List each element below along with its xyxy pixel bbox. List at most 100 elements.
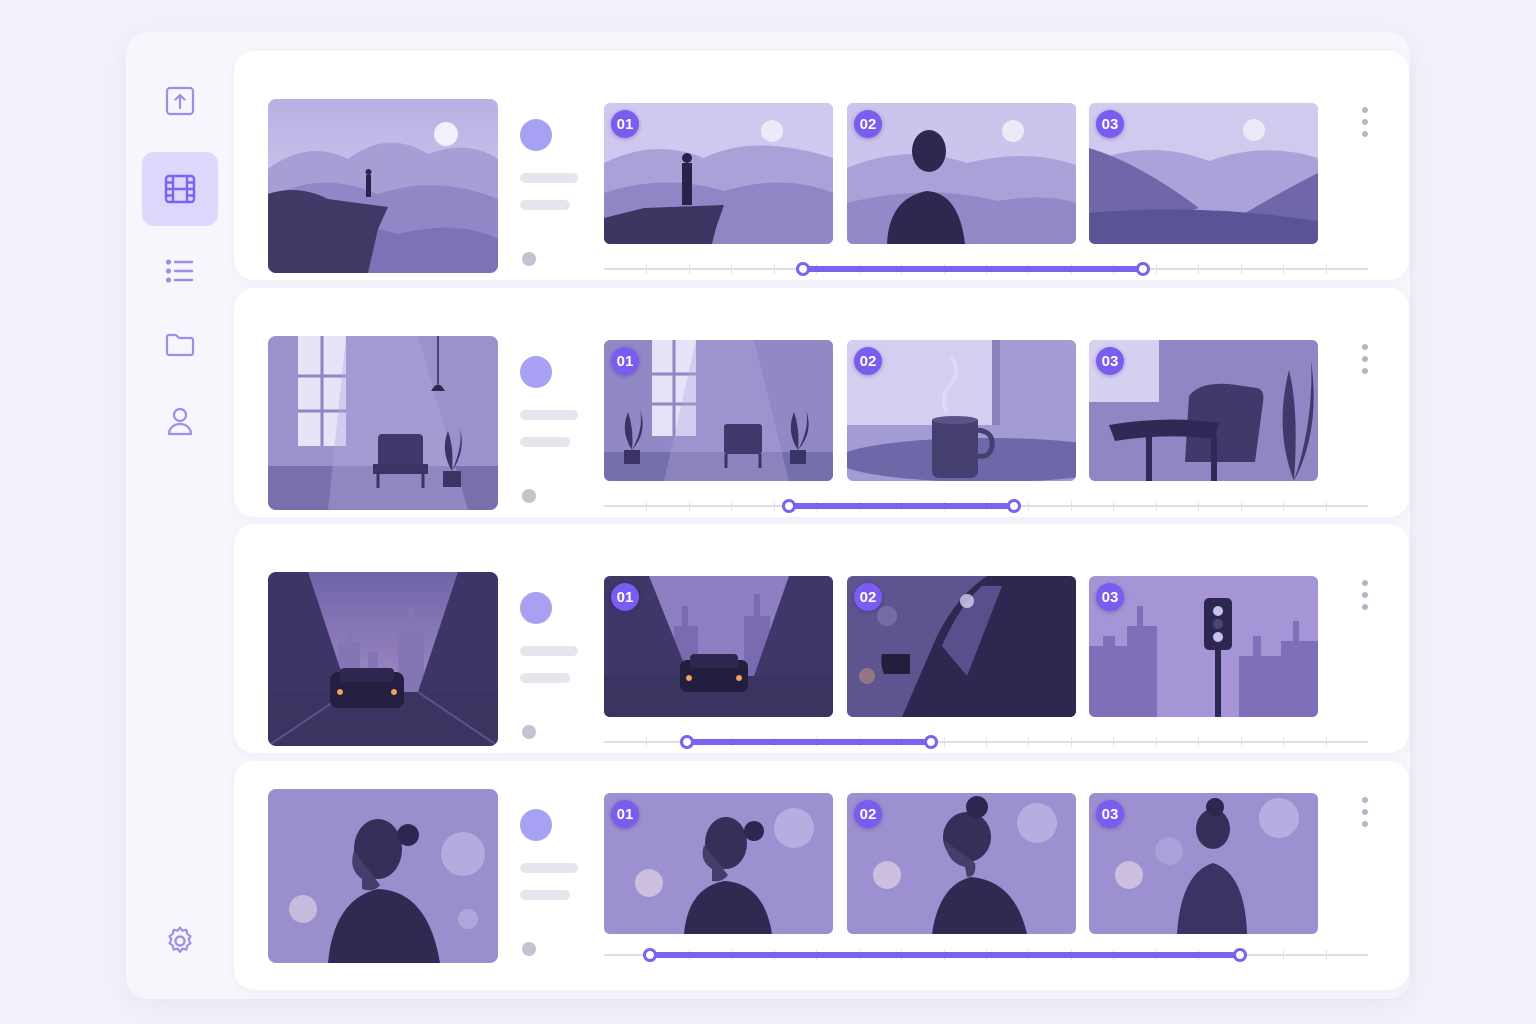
- timeline-tick: [646, 501, 648, 511]
- timeline-start-handle[interactable]: [781, 499, 796, 513]
- timeline-tick: [1240, 737, 1242, 747]
- city-street-car-illustration: [268, 572, 498, 746]
- timeline-tick: [1028, 501, 1030, 511]
- timeline-range-slider[interactable]: [604, 261, 1368, 277]
- timeline-tick: [688, 264, 690, 274]
- timeline-tick: [1198, 264, 1200, 274]
- text-placeholder: [520, 673, 570, 683]
- timeline-range-slider[interactable]: [604, 498, 1368, 514]
- timeline-tick: [773, 501, 775, 511]
- timeline-tick: [1325, 737, 1327, 747]
- timeline-selected-range[interactable]: [802, 266, 1143, 272]
- shot-number-badge: 02: [854, 110, 882, 138]
- shot-number-badge: 01: [611, 347, 639, 375]
- shot-card[interactable]: 03: [1089, 793, 1318, 934]
- avatar: [520, 592, 552, 624]
- sidebar-item-list[interactable]: [142, 234, 218, 308]
- timeline-range-slider[interactable]: [604, 947, 1368, 963]
- timeline-selected-range[interactable]: [686, 739, 931, 745]
- sidebar: [126, 32, 234, 999]
- shot-card[interactable]: 03: [1089, 103, 1318, 244]
- scene-row: 01 02 03: [234, 51, 1409, 280]
- more-options-button[interactable]: [1354, 797, 1376, 827]
- timeline-tick: [773, 264, 775, 274]
- upload-frame-icon: [165, 86, 195, 116]
- shot-number-badge: 01: [611, 583, 639, 611]
- timeline-tick: [1240, 501, 1242, 511]
- user-icon: [167, 407, 193, 436]
- timeline-tick: [943, 737, 945, 747]
- film-icon: [164, 174, 196, 204]
- timeline-end-handle[interactable]: [1233, 948, 1248, 962]
- folder-icon: [165, 333, 195, 357]
- sidebar-item-storyboard[interactable]: [142, 152, 218, 226]
- timeline-tick: [731, 264, 733, 274]
- timeline-tick: [1325, 950, 1327, 960]
- shot-card[interactable]: 01: [604, 103, 833, 244]
- shot-card[interactable]: 02: [847, 576, 1076, 717]
- shot-card[interactable]: 02: [847, 340, 1076, 481]
- timeline-tick: [646, 737, 648, 747]
- timeline-start-handle[interactable]: [795, 262, 810, 276]
- more-options-button[interactable]: [1354, 580, 1376, 610]
- settings-button[interactable]: [142, 904, 218, 978]
- scene-thumbnail[interactable]: [268, 99, 498, 273]
- timeline-end-handle[interactable]: [1007, 499, 1022, 513]
- timeline-tick: [1283, 950, 1285, 960]
- timeline-tick: [1028, 737, 1030, 747]
- avatar: [520, 356, 552, 388]
- shot-number-badge: 01: [611, 110, 639, 138]
- shot-number-badge: 03: [1096, 347, 1124, 375]
- timeline-tick: [1198, 501, 1200, 511]
- shot-card[interactable]: 01: [604, 576, 833, 717]
- timeline-tick: [688, 501, 690, 511]
- more-options-button[interactable]: [1354, 344, 1376, 374]
- sidebar-item-folder[interactable]: [142, 308, 218, 382]
- mountain-cliff-illustration: [268, 99, 498, 273]
- timeline-tick: [1155, 501, 1157, 511]
- scene-row: 01 02 03: [234, 524, 1409, 753]
- sidebar-item-profile[interactable]: [142, 384, 218, 458]
- timeline-tick: [1240, 264, 1242, 274]
- scene-thumbnail[interactable]: [268, 572, 498, 746]
- timeline-start-handle[interactable]: [679, 735, 694, 749]
- shot-number-badge: 01: [611, 800, 639, 828]
- timeline-tick: [1325, 264, 1327, 274]
- room-armchair-illustration: [268, 336, 498, 510]
- timeline-end-handle[interactable]: [1135, 262, 1150, 276]
- settings-gear-icon: [168, 926, 192, 953]
- more-options-button[interactable]: [1354, 107, 1376, 137]
- text-placeholder: [520, 646, 578, 656]
- timeline-tick: [1283, 737, 1285, 747]
- shot-card[interactable]: 01: [604, 793, 833, 934]
- timeline-range-slider[interactable]: [604, 734, 1368, 750]
- shot-card[interactable]: 03: [1089, 576, 1318, 717]
- text-placeholder: [520, 890, 570, 900]
- timeline-selected-range[interactable]: [649, 952, 1241, 958]
- sidebar-item-upload[interactable]: [142, 64, 218, 138]
- shot-number-badge: 03: [1096, 583, 1124, 611]
- avatar: [520, 119, 552, 151]
- scene-thumbnail[interactable]: [268, 336, 498, 510]
- scene-thumbnail[interactable]: [268, 789, 498, 963]
- timeline-tick: [1325, 501, 1327, 511]
- scene-row: 01 02 03: [234, 761, 1409, 990]
- timeline-start-handle[interactable]: [642, 948, 657, 962]
- shot-number-badge: 03: [1096, 800, 1124, 828]
- shot-card[interactable]: 03: [1089, 340, 1318, 481]
- shot-number-badge: 02: [854, 347, 882, 375]
- shot-card[interactable]: 01: [604, 340, 833, 481]
- timeline-tick: [1113, 501, 1115, 511]
- timeline-end-handle[interactable]: [923, 735, 938, 749]
- text-placeholder: [520, 437, 570, 447]
- shot-card[interactable]: 02: [847, 793, 1076, 934]
- woman-profile-illustration: [268, 789, 498, 963]
- timeline-tick: [1283, 264, 1285, 274]
- timeline-tick: [986, 737, 987, 747]
- storyboard-app: 01 02 03 01 02 03 01 02 03 01 02 03: [126, 32, 1410, 999]
- shot-number-badge: 03: [1096, 110, 1124, 138]
- shot-card[interactable]: 02: [847, 103, 1076, 244]
- text-placeholder: [520, 863, 578, 873]
- timeline-selected-range[interactable]: [788, 503, 1015, 509]
- timeline-tick: [1283, 501, 1285, 511]
